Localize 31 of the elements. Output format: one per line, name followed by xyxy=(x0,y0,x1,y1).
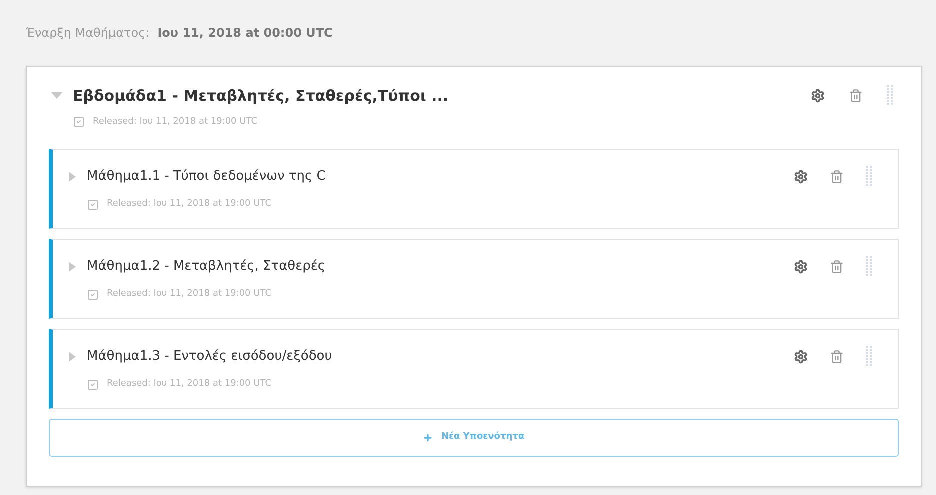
settings-icon[interactable] xyxy=(794,260,808,274)
checkbox-icon xyxy=(87,288,99,301)
settings-icon[interactable] xyxy=(794,170,808,184)
settings-icon[interactable] xyxy=(811,89,825,104)
caret-right-icon[interactable] xyxy=(69,262,77,272)
course-start-date: Ιου 11, 2018 at 00:00 UTC xyxy=(158,25,333,42)
release-date: Released: Ιου 11, 2018 at 19:00 UTC xyxy=(107,378,272,391)
release-date: Released: Ιου 11, 2018 at 19:00 UTC xyxy=(107,288,272,301)
caret-right-icon[interactable] xyxy=(69,172,77,182)
release-date: Released: Ιου 11, 2018 at 19:00 UTC xyxy=(107,198,272,211)
subsection-title[interactable]: Μάθημα1.3 - Εντολές εισόδου/εξόδου xyxy=(87,347,332,367)
subsection-title[interactable]: Μάθημα1.1 - Τύποι δεδομένων της C xyxy=(87,167,326,187)
settings-icon[interactable] xyxy=(794,350,808,364)
drag-handle-icon[interactable] xyxy=(866,256,874,278)
drag-handle-icon[interactable] xyxy=(866,346,874,368)
checkbox-icon xyxy=(73,116,85,128)
release-date: Released: Ιου 11, 2018 at 19:00 UTC xyxy=(93,116,258,128)
drag-handle-icon[interactable] xyxy=(887,85,895,108)
plus-icon xyxy=(423,433,434,443)
trash-icon[interactable] xyxy=(830,260,844,274)
checkbox-icon xyxy=(87,198,99,211)
checkbox-icon xyxy=(87,378,99,391)
caret-right-icon[interactable] xyxy=(69,352,77,362)
trash-icon[interactable] xyxy=(830,170,844,184)
drag-handle-icon[interactable] xyxy=(866,166,874,188)
course-start-label: Έναρξη Μαθήματος: xyxy=(26,25,150,42)
caret-down-icon[interactable] xyxy=(51,92,63,100)
section-title[interactable]: Εβδομάδα1 - Μεταβλητές, Σταθερές,Τύποι ... xyxy=(73,85,449,108)
trash-icon[interactable] xyxy=(830,350,844,364)
trash-icon[interactable] xyxy=(849,89,863,104)
subsection-title[interactable]: Μάθημα1.2 - Μεταβλητές, Σταθερές xyxy=(87,257,326,277)
